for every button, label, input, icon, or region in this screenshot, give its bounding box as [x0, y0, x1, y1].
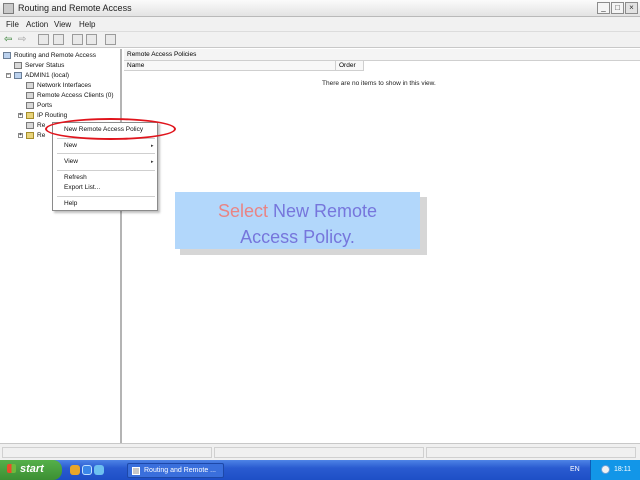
tree-item-remote-access-clients[interactable]: Remote Access Clients (0) [37, 92, 114, 99]
start-button[interactable]: start [0, 460, 62, 480]
menu-view[interactable]: View [54, 20, 71, 29]
menu-item-new[interactable]: New [64, 142, 77, 149]
language-indicator[interactable]: EN [570, 466, 580, 473]
taskbar-button-rras[interactable]: Routing and Remote ... [127, 463, 224, 478]
help-icon[interactable] [105, 34, 116, 45]
title-bar: Routing and Remote Access _ □ × [0, 0, 640, 17]
properties-icon[interactable] [72, 34, 83, 45]
start-label: start [20, 463, 44, 475]
internet-explorer-icon[interactable] [82, 465, 92, 475]
menu-item-view[interactable]: View [64, 158, 78, 165]
maximize-button[interactable]: □ [611, 2, 624, 14]
menu-separator [57, 153, 155, 154]
minimize-button[interactable]: _ [597, 2, 610, 14]
up-folder-icon[interactable] [38, 34, 49, 45]
column-header-name-label: Name [127, 62, 145, 69]
remote-access-policies-icon [26, 122, 34, 129]
collapse-icon[interactable]: − [6, 73, 11, 78]
tree-item-remote-access-logging[interactable]: Re [37, 132, 45, 139]
menu-separator [57, 196, 155, 197]
column-header-order-label: Order [339, 62, 356, 69]
menu-action[interactable]: Action [26, 20, 48, 29]
media-icon[interactable] [94, 465, 104, 475]
ip-routing-icon [26, 112, 34, 119]
column-header-name[interactable]: Name [124, 61, 336, 71]
menu-bar: File Action View Help [0, 17, 640, 32]
app-icon[interactable] [3, 3, 14, 14]
rras-app-icon [132, 467, 140, 475]
status-bar [0, 443, 640, 460]
results-pane-header: Remote Access Policies [124, 49, 640, 61]
callout-word-select: Select [217, 201, 268, 221]
back-icon[interactable]: ⇦ [4, 34, 15, 45]
results-pane-title: Remote Access Policies [127, 51, 197, 58]
callout-line-2: Access Policy. [240, 227, 355, 247]
console-tree[interactable]: Routing and Remote Access Server Status … [0, 49, 122, 443]
menu-help[interactable]: Help [79, 20, 95, 29]
menu-item-refresh[interactable]: Refresh [64, 174, 87, 181]
tree-item-server-status[interactable]: Server Status [25, 62, 64, 69]
tree-item-root[interactable]: Routing and Remote Access [14, 52, 96, 59]
clock[interactable]: 18:11 [614, 466, 631, 473]
tree-item-ip-routing[interactable]: IP Routing [37, 112, 67, 119]
expand-icon[interactable]: + [18, 133, 23, 138]
status-cell [2, 447, 212, 458]
callout-word-new-remote: New Remote [273, 201, 378, 221]
rras-root-icon [3, 52, 11, 59]
status-cell [426, 447, 636, 458]
server-status-icon [14, 62, 22, 69]
menu-item-help[interactable]: Help [64, 200, 77, 207]
network-tray-icon[interactable] [601, 465, 610, 474]
highlight-oval [45, 118, 176, 140]
remote-access-clients-icon [26, 92, 34, 99]
forward-icon[interactable]: ⇨ [18, 34, 29, 45]
remote-access-logging-icon [26, 132, 34, 139]
tree-item-ports[interactable]: Ports [37, 102, 52, 109]
taskbar-button-label: Routing and Remote ... [144, 467, 216, 474]
toolbar: ⇦ ⇨ [0, 32, 640, 48]
close-button[interactable]: × [625, 2, 638, 14]
server-icon [14, 72, 22, 79]
menu-item-export-list[interactable]: Export List... [64, 184, 100, 191]
network-interfaces-icon [26, 82, 34, 89]
refresh-icon[interactable] [86, 34, 97, 45]
menu-separator [57, 170, 155, 171]
show-desktop-icon[interactable] [70, 465, 80, 475]
system-tray: 18:11 [590, 460, 640, 480]
taskbar: start Routing and Remote ... EN 18:11 [0, 460, 640, 480]
callout-line-1: Select New Remote [175, 198, 420, 224]
show-hide-tree-icon[interactable] [53, 34, 64, 45]
ports-icon [26, 102, 34, 109]
menu-file[interactable]: File [6, 20, 19, 29]
submenu-arrow-icon: ▸ [151, 143, 154, 149]
windows-logo-icon [7, 464, 16, 473]
tree-item-server[interactable]: ADMIN1 (local) [25, 72, 69, 79]
empty-list-message: There are no items to show in this view. [322, 80, 436, 87]
instruction-callout: Select New Remote Access Policy. [175, 192, 420, 249]
status-cell [214, 447, 424, 458]
column-header-order[interactable]: Order [336, 61, 364, 71]
submenu-arrow-icon: ▸ [151, 159, 154, 165]
window-title: Routing and Remote Access [18, 3, 132, 13]
expand-icon[interactable]: + [18, 113, 23, 118]
tree-item-network-interfaces[interactable]: Network Interfaces [37, 82, 91, 89]
